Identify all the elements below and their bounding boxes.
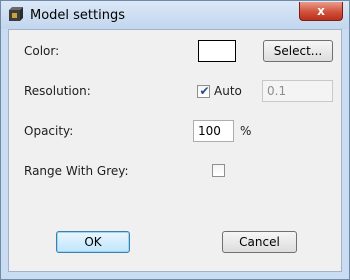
range-grey-checkbox[interactable] <box>212 164 225 177</box>
range-grey-label: Range With Grey: <box>24 164 129 178</box>
resolution-label: Resolution: <box>24 84 91 98</box>
checkmark-icon: ✔ <box>199 84 210 98</box>
dialog-window: Model settings x Color: Select... Resolu… <box>0 0 350 280</box>
auto-checkbox[interactable]: ✔ <box>197 84 210 98</box>
window-title: Model settings <box>30 8 126 23</box>
resolution-input[interactable]: 0.1 <box>262 80 333 102</box>
cancel-button[interactable]: Cancel <box>222 231 297 253</box>
opacity-input[interactable]: 100 <box>193 120 234 142</box>
ok-button-label: OK <box>84 235 102 249</box>
cancel-button-label: Cancel <box>239 235 280 249</box>
color-label: Color: <box>24 44 60 58</box>
title-bar[interactable]: Model settings x <box>1 1 349 29</box>
close-icon: x <box>317 4 325 18</box>
auto-label: Auto <box>214 84 242 98</box>
color-swatch[interactable] <box>198 40 236 62</box>
ok-button[interactable]: OK <box>56 231 130 253</box>
select-color-button[interactable]: Select... <box>263 40 333 62</box>
select-button-label: Select... <box>273 44 323 58</box>
dialog-body: Color: Select... Resolution: ✔ Auto 0.1 … <box>8 29 342 272</box>
opacity-label: Opacity: <box>24 124 74 138</box>
app-cube-icon <box>8 7 24 23</box>
close-button[interactable]: x <box>299 2 343 21</box>
opacity-unit: % <box>240 124 252 138</box>
